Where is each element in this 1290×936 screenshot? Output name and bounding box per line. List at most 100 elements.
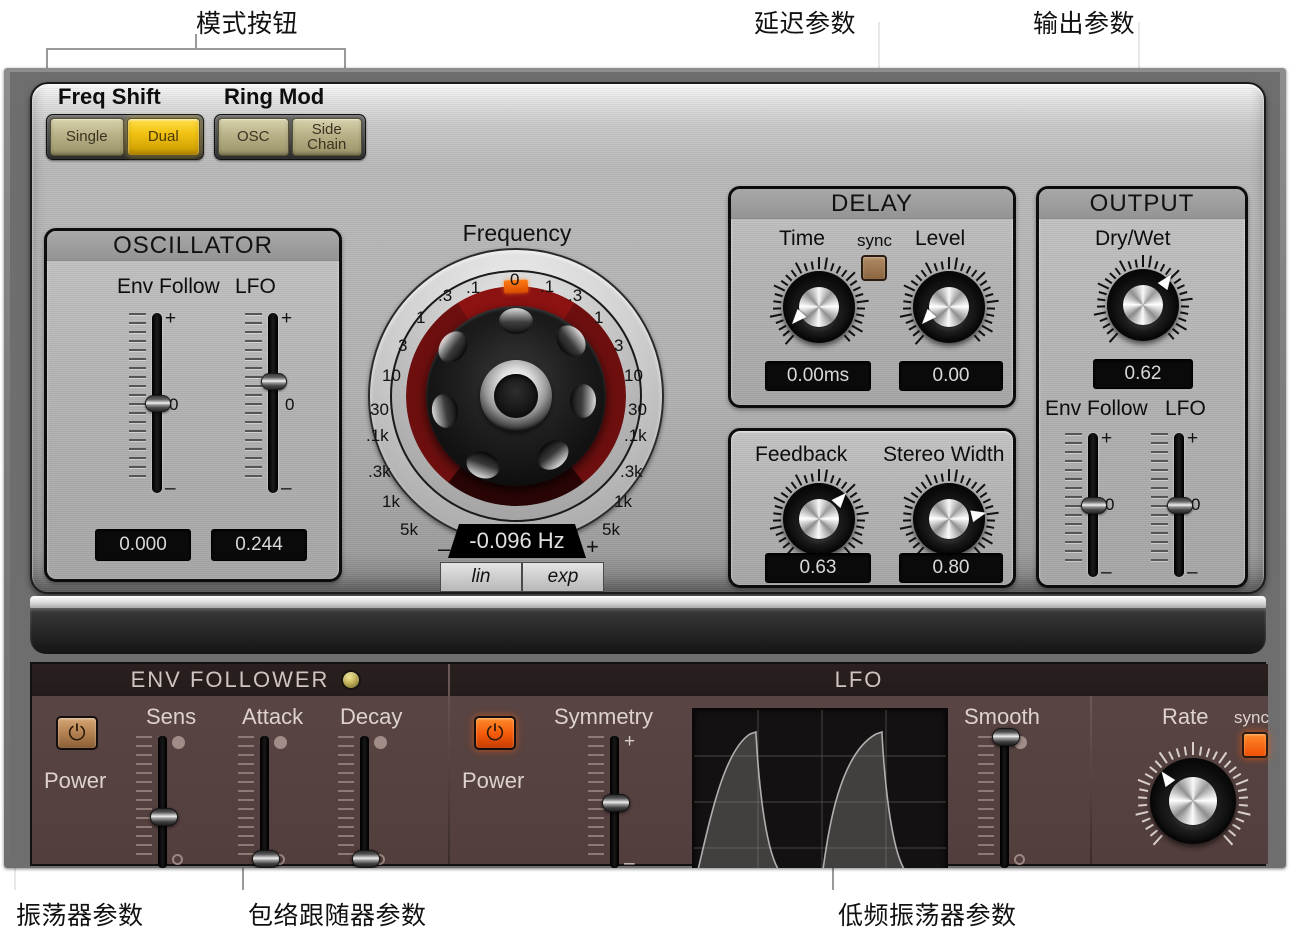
lfo-power-button[interactable]: ⏻ xyxy=(474,716,516,750)
callout-lfo-params: 低频振荡器参数 xyxy=(838,901,1017,930)
slider-track xyxy=(1000,736,1009,868)
slider-handle[interactable] xyxy=(261,373,287,390)
side-chain-line1: Side xyxy=(311,120,342,138)
slider-handle[interactable] xyxy=(252,850,280,868)
freq-scale-r-2: 3 xyxy=(614,336,624,355)
lfo-symmetry-label: Symmetry xyxy=(554,704,653,729)
feedback-knob[interactable] xyxy=(769,469,869,565)
delay-level-label: Level xyxy=(915,227,966,250)
slider-ticks xyxy=(238,736,256,868)
output-env-follow-readout[interactable]: 0.00 xyxy=(1045,587,1137,588)
delay-time-readout[interactable]: 0.00ms xyxy=(765,361,871,391)
slider-track xyxy=(268,313,278,493)
oscillator-env-follow-readout[interactable]: 0.000 xyxy=(95,529,191,561)
output-drywet-knob[interactable] xyxy=(1093,255,1193,351)
slider-handle[interactable] xyxy=(1081,497,1107,514)
slider-handle[interactable] xyxy=(352,850,380,868)
env-follower-sens-label: Sens xyxy=(146,704,197,729)
freq-scale-r-8: 5k xyxy=(602,520,620,539)
env-follower-header: ENV FOLLOWER xyxy=(32,664,448,696)
output-panel: OUTPUT Dry/Wet 0.62 Env Follow LFO + 0 – xyxy=(1036,186,1248,588)
output-drywet-readout[interactable]: 0.62 xyxy=(1093,359,1193,389)
slider-handle[interactable] xyxy=(602,794,630,812)
frequency-readout[interactable]: -0.096 Hz xyxy=(448,524,586,558)
slider-minus-label: – xyxy=(1101,562,1112,583)
ring-mod-label: Ring Mod xyxy=(224,84,325,109)
output-panel-title: OUTPUT xyxy=(1039,189,1245,219)
slider-handle[interactable] xyxy=(145,395,171,412)
oscillator-lfo-readout[interactable]: 0.244 xyxy=(211,529,307,561)
mode-button-dual[interactable]: Dual xyxy=(126,118,200,156)
freq-scale-l-7: 1k xyxy=(382,492,400,511)
chassis-shadow-strip xyxy=(30,608,1266,654)
freq-scale-right-dot1: .1 xyxy=(540,277,555,296)
slider-top-dot xyxy=(274,736,287,749)
lfo-rate-knob[interactable] xyxy=(1135,742,1251,856)
freq-scale-r-5: .1k xyxy=(624,426,647,445)
oscillator-lfo-slider[interactable]: + 0 – xyxy=(245,309,299,498)
lfo-title: LFO xyxy=(834,667,884,692)
freq-scale-left-dot3: .1 xyxy=(466,278,481,297)
mode-button-osc[interactable]: OSC xyxy=(218,118,289,156)
lfo-symmetry-slider[interactable]: + – xyxy=(588,732,640,868)
delay-time-knob[interactable] xyxy=(769,257,869,353)
env-follower-sens-slider[interactable] xyxy=(136,736,188,868)
delay-level-readout[interactable]: 0.00 xyxy=(899,361,1003,391)
slider-bottom-dot xyxy=(172,854,183,865)
feedback-readout[interactable]: 0.63 xyxy=(765,553,871,583)
power-icon: ⏻ xyxy=(486,720,504,745)
slider-top-dot xyxy=(172,736,185,749)
stereo-width-knob[interactable] xyxy=(899,469,999,565)
lfo-sync-label: sync xyxy=(1234,708,1269,727)
freq-scale-r-0: .3 xyxy=(568,286,583,305)
frequency-knob-center xyxy=(494,374,538,418)
lfo-smooth-slider[interactable] xyxy=(978,728,1030,868)
slider-minus-label: – xyxy=(281,478,292,499)
mode-button-side-chain[interactable]: Side Chain xyxy=(291,118,362,156)
oscillator-env-follow-slider[interactable]: + 0 – xyxy=(129,309,183,498)
plugin-window: Freq Shift Single Dual Ring Mod OSC Side… xyxy=(4,68,1286,868)
callout-line-mode-left xyxy=(46,48,48,70)
freq-scale-l-4: 30 xyxy=(370,400,389,419)
oscillator-panel-title: OSCILLATOR xyxy=(47,231,339,261)
env-follower-power-label: Power xyxy=(44,768,107,793)
slider-handle[interactable] xyxy=(150,808,178,826)
output-env-follow-slider[interactable]: + 0 – xyxy=(1065,429,1119,582)
env-follower-section: ENV FOLLOWER ⏻ Power Sens 0.0dB Attack xyxy=(32,664,448,868)
lfo-header: LFO xyxy=(450,664,1268,696)
output-lfo-readout[interactable]: 0.00 xyxy=(1133,587,1225,588)
output-env-follow-label: Env Follow xyxy=(1045,397,1148,420)
stereo-width-label: Stereo Width xyxy=(883,443,1005,466)
slider-handle[interactable] xyxy=(992,728,1020,746)
env-follower-decay-slider[interactable] xyxy=(338,736,390,868)
slider-minus-label: – xyxy=(165,478,176,499)
side-chain-line2: Chain xyxy=(307,136,347,153)
output-lfo-slider[interactable]: + 0 – xyxy=(1151,429,1205,582)
slider-handle[interactable] xyxy=(1167,497,1193,514)
slider-plus-label: + xyxy=(281,308,293,329)
freq-scale-zero: 0 xyxy=(510,270,520,289)
stereo-width-readout[interactable]: 0.80 xyxy=(899,553,1003,583)
slider-ticks xyxy=(136,736,154,868)
freq-scale-minus: – xyxy=(438,536,451,561)
freq-scale-l-3: 10 xyxy=(382,366,401,385)
frequency-lin-button[interactable]: lin xyxy=(440,562,522,592)
mode-button-area: Freq Shift Single Dual Ring Mod OSC Side… xyxy=(28,84,368,162)
env-follower-decay-label: Decay xyxy=(340,704,403,729)
callout-delay-params: 延迟参数 xyxy=(754,9,857,38)
env-follower-power-button[interactable]: ⏻ xyxy=(56,716,98,750)
delay-level-knob[interactable] xyxy=(899,257,999,353)
output-drywet-label: Dry/Wet xyxy=(1095,227,1171,250)
slider-ticks xyxy=(245,313,265,493)
slider-zero-label: 0 xyxy=(285,395,295,414)
env-follower-attack-slider[interactable] xyxy=(238,736,290,868)
freq-scale-r-3: 10 xyxy=(624,366,643,385)
freq-scale-l-5: .1k xyxy=(366,426,389,445)
frequency-exp-button[interactable]: exp xyxy=(522,562,604,592)
delay-panel: DELAY Time sync Level 0.00ms 0.00 xyxy=(728,186,1016,408)
slider-plus-label: + xyxy=(624,731,636,752)
mode-button-single[interactable]: Single xyxy=(50,118,124,156)
slider-plus-label: + xyxy=(165,308,177,329)
freq-scale-l-8: 5k xyxy=(400,520,418,539)
slider-minus-label: – xyxy=(1187,562,1198,583)
